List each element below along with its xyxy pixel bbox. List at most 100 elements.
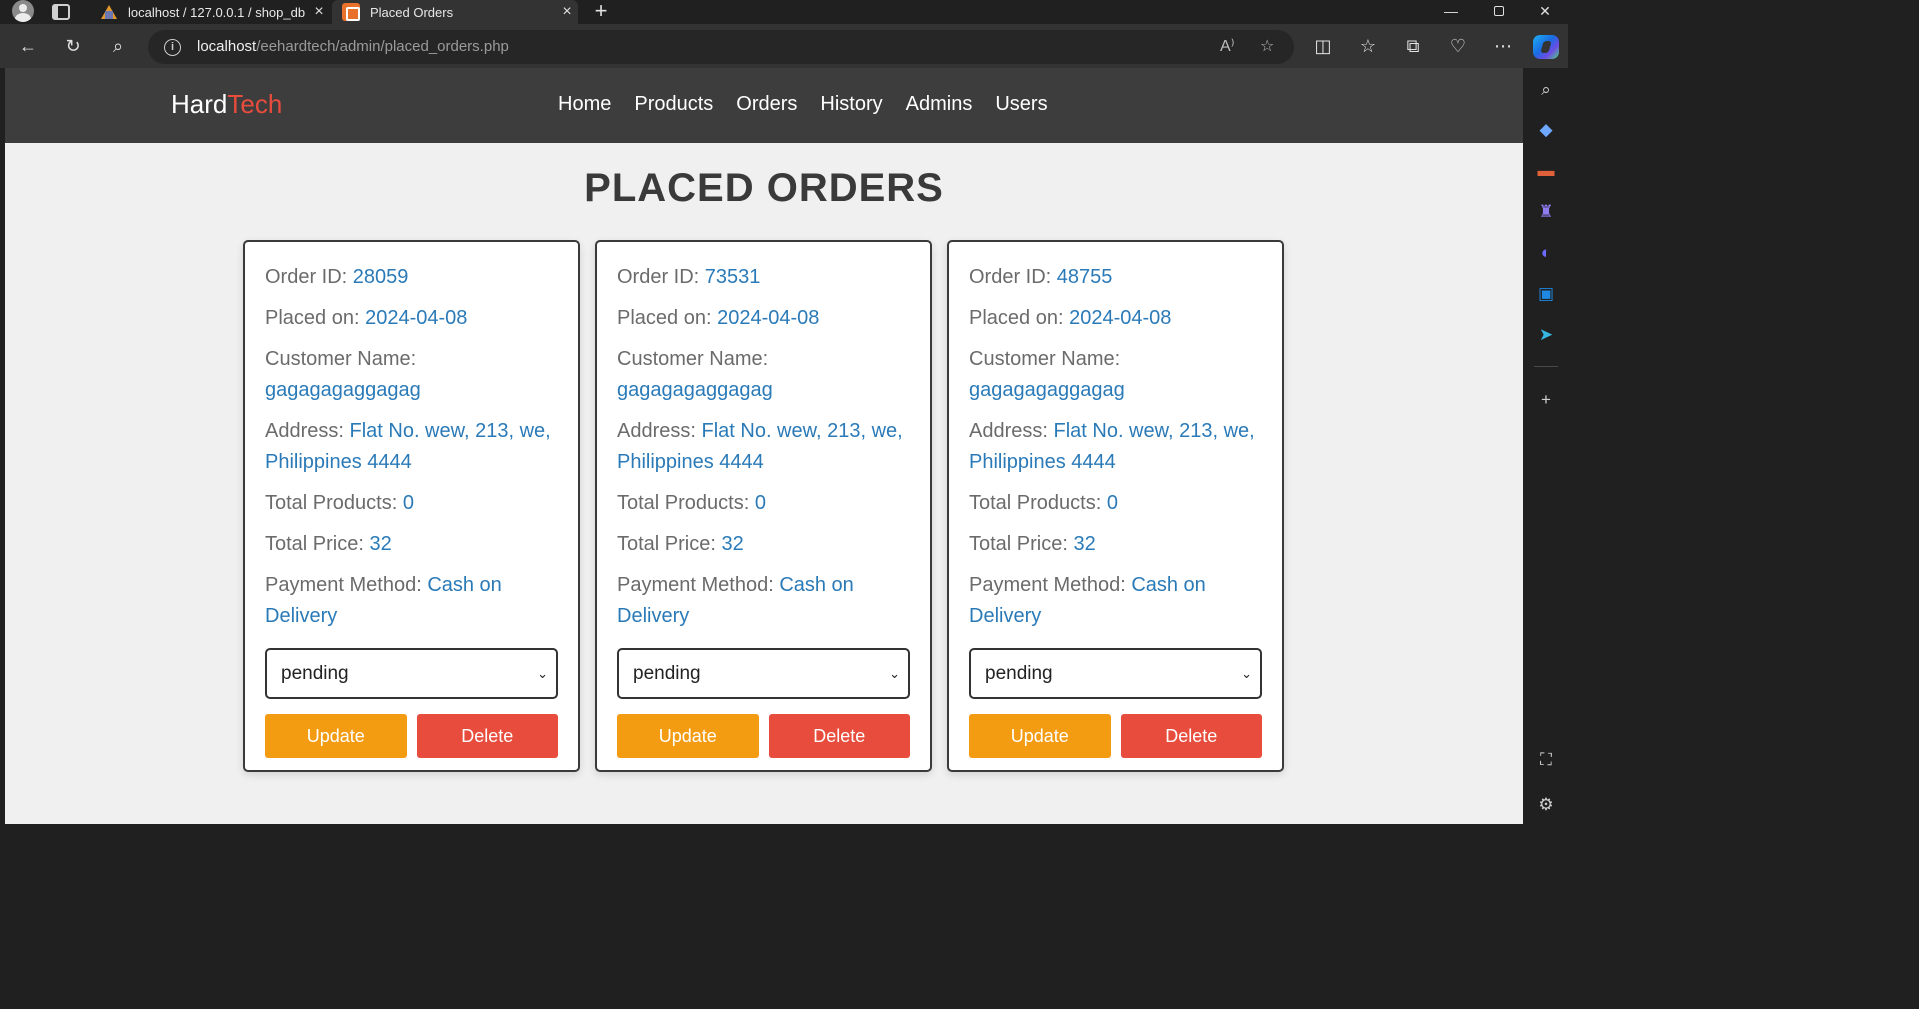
more-options-icon[interactable]: ⋯ xyxy=(1487,24,1519,68)
order-card: Order ID: 28059 Placed on: 2024-04-08 Cu… xyxy=(243,240,580,772)
address-row: Address: Flat No. wew, 213, we, Philippi… xyxy=(969,416,1262,478)
sidebar-add-icon[interactable]: + xyxy=(1534,388,1558,412)
total-price-row: Total Price: 32 xyxy=(969,529,1262,560)
search-icon[interactable]: ⌕ xyxy=(102,24,134,68)
url-host: localhost xyxy=(197,38,257,55)
status-select-value: pending xyxy=(281,663,349,684)
order-card: Order ID: 48755 Placed on: 2024-04-08 Cu… xyxy=(947,240,1284,772)
payment-method-label: Payment Method: xyxy=(969,574,1132,596)
back-icon[interactable]: ← xyxy=(12,24,44,68)
copilot-icon[interactable] xyxy=(1533,35,1559,59)
delete-button[interactable]: Delete xyxy=(1120,714,1262,758)
payment-method-label: Payment Method: xyxy=(617,574,780,596)
card-actions: Update Delete xyxy=(617,714,910,758)
tab-title: Placed Orders xyxy=(370,4,454,20)
order-id-row: Order ID: 48755 xyxy=(969,262,1262,293)
total-price-label: Total Price: xyxy=(969,533,1074,555)
customer-name-label: Customer Name: xyxy=(617,348,769,370)
close-tab-icon[interactable]: × xyxy=(308,3,330,21)
placed-on-row: Placed on: 2024-04-08 xyxy=(969,303,1262,334)
total-price-row: Total Price: 32 xyxy=(265,529,558,560)
close-tab-icon[interactable]: × xyxy=(556,3,578,21)
sidebar-search-icon[interactable]: ⌕ xyxy=(1534,78,1558,102)
nav-history[interactable]: History xyxy=(820,93,882,116)
profile-button[interactable] xyxy=(10,0,36,24)
order-id-row: Order ID: 28059 xyxy=(265,262,558,293)
customer-name-value: gagagagaggagag xyxy=(969,379,1125,401)
card-actions: Update Delete xyxy=(265,714,558,758)
restore-button[interactable] xyxy=(1476,0,1522,24)
new-tab-button[interactable]: + xyxy=(590,0,612,24)
orders-container: Order ID: 28059 Placed on: 2024-04-08 Cu… xyxy=(243,240,1285,772)
site-icon xyxy=(342,3,360,21)
total-products-value: 0 xyxy=(402,492,414,514)
chevron-down-icon: ⌄ xyxy=(1241,666,1252,681)
site-info-icon[interactable]: i xyxy=(164,39,181,56)
placed-on-label: Placed on: xyxy=(617,307,718,329)
update-button[interactable]: Update xyxy=(265,714,407,758)
read-aloud-icon[interactable]: A⁾ xyxy=(1220,30,1235,64)
tab-placed-orders[interactable]: Placed Orders × xyxy=(332,0,578,24)
sidebar-copilot-icon[interactable]: ◐ xyxy=(1534,241,1558,265)
chevron-down-icon: ⌄ xyxy=(537,666,548,681)
address-url[interactable]: localhost/eehardtech/admin/placed_orders… xyxy=(197,38,509,55)
total-products-row: Total Products: 0 xyxy=(969,488,1262,519)
nav-admins[interactable]: Admins xyxy=(906,93,973,116)
order-id-label: Order ID: xyxy=(265,266,353,288)
favorite-star-icon[interactable]: ☆ xyxy=(1260,30,1274,64)
refresh-icon[interactable]: ↻ xyxy=(57,24,89,68)
nav-users[interactable]: Users xyxy=(995,93,1047,116)
nav-home[interactable]: Home xyxy=(558,93,611,116)
sidebar-screenshot-icon[interactable]: ⛶ xyxy=(1534,748,1558,772)
total-products-label: Total Products: xyxy=(969,492,1107,514)
status-select[interactable]: pending ⌄ xyxy=(265,648,558,699)
split-screen-icon[interactable]: ◫ xyxy=(1307,24,1339,68)
url-path: /eehardtech/admin/placed_orders.php xyxy=(256,38,509,55)
browser-essentials-icon[interactable]: ♡ xyxy=(1442,24,1474,68)
favorites-icon[interactable]: ☆ xyxy=(1352,24,1384,68)
order-id-value: 28059 xyxy=(352,266,409,288)
logo-tech: Tech xyxy=(227,89,283,119)
sidebar-games-icon[interactable]: ♜ xyxy=(1534,200,1558,224)
customer-name-row: Customer Name: gagagagaggagag xyxy=(617,344,910,406)
close-window-button[interactable]: ✕ xyxy=(1522,0,1568,24)
sidebar-shopping-tag-icon[interactable]: ◆ xyxy=(1534,118,1558,142)
collections-icon[interactable]: ⧉ xyxy=(1397,24,1429,68)
tab-title: localhost / 127.0.0.1 / shop_db | xyxy=(128,4,308,20)
address-label: Address: xyxy=(265,420,350,442)
sidebar-tools-icon[interactable]: ▬ xyxy=(1534,159,1558,183)
total-products-row: Total Products: 0 xyxy=(617,488,910,519)
sidebar-outlook-icon[interactable]: ▣ xyxy=(1534,282,1558,306)
status-select[interactable]: pending ⌄ xyxy=(617,648,910,699)
sidebar-send-icon[interactable]: ➤ xyxy=(1534,323,1558,347)
card-actions: Update Delete xyxy=(969,714,1262,758)
delete-button[interactable]: Delete xyxy=(768,714,910,758)
order-id-value: 73531 xyxy=(704,266,761,288)
browser-tab-strip: localhost / 127.0.0.1 / shop_db | × Plac… xyxy=(0,0,1568,24)
page-viewport: HardTech Home Products Orders History Ad… xyxy=(5,68,1523,824)
minimize-button[interactable]: — xyxy=(1428,0,1474,24)
placed-on-label: Placed on: xyxy=(969,307,1070,329)
site-logo[interactable]: HardTech xyxy=(171,89,282,120)
tab-actions-icon[interactable] xyxy=(52,4,70,20)
chevron-down-icon: ⌄ xyxy=(889,666,900,681)
placed-on-value: 2024-04-08 xyxy=(365,307,468,329)
total-price-label: Total Price: xyxy=(617,533,722,555)
status-select[interactable]: pending ⌄ xyxy=(969,648,1262,699)
address-bar[interactable]: i localhost/eehardtech/admin/placed_orde… xyxy=(148,30,1294,64)
payment-method-row: Payment Method: Cash on Delivery xyxy=(617,570,910,632)
payment-method-row: Payment Method: Cash on Delivery xyxy=(265,570,558,632)
nav-orders[interactable]: Orders xyxy=(736,93,797,116)
nav-products[interactable]: Products xyxy=(634,93,713,116)
sidebar-settings-icon[interactable]: ⚙ xyxy=(1534,793,1558,817)
total-products-value: 0 xyxy=(754,492,766,514)
update-button[interactable]: Update xyxy=(617,714,759,758)
total-price-value: 32 xyxy=(1073,533,1096,555)
address-row: Address: Flat No. wew, 213, we, Philippi… xyxy=(617,416,910,478)
update-button[interactable]: Update xyxy=(969,714,1111,758)
delete-button[interactable]: Delete xyxy=(416,714,558,758)
placed-on-row: Placed on: 2024-04-08 xyxy=(265,303,558,334)
total-products-row: Total Products: 0 xyxy=(265,488,558,519)
sidebar-divider xyxy=(1534,366,1558,367)
tab-phpmyadmin[interactable]: localhost / 127.0.0.1 / shop_db | × xyxy=(90,0,330,24)
